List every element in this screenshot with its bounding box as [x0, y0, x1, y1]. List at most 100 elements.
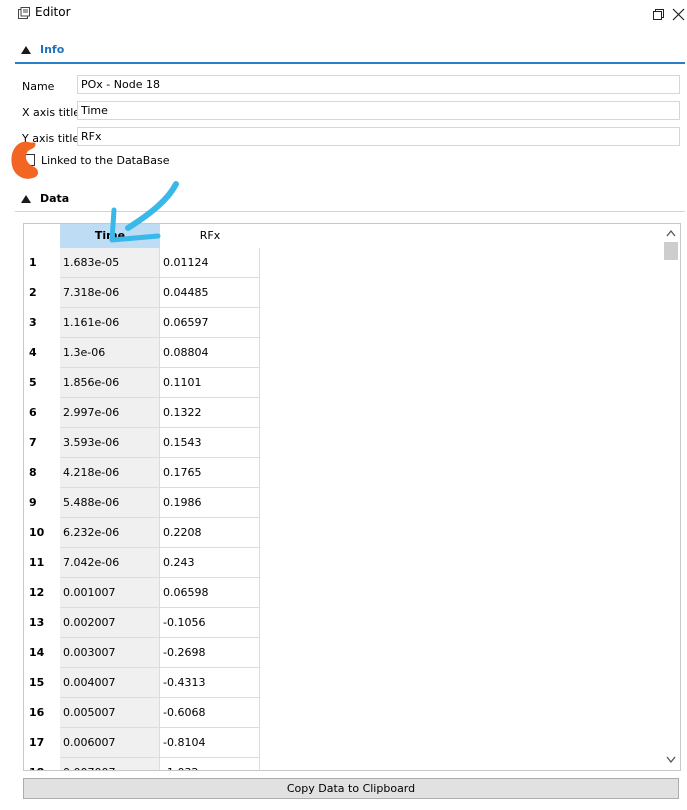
- scroll-up-icon[interactable]: [666, 229, 676, 237]
- time-cell[interactable]: 0.004007: [60, 668, 160, 698]
- vertical-scrollbar[interactable]: [662, 224, 680, 770]
- time-cell[interactable]: 5.488e-06: [60, 488, 160, 518]
- table-row: 2 7.318e-06 0.04485: [24, 278, 260, 308]
- name-label: Name: [22, 80, 55, 93]
- time-cell[interactable]: 0.003007: [60, 638, 160, 668]
- row-number[interactable]: 6: [24, 398, 60, 428]
- rfx-cell[interactable]: 0.04485: [160, 278, 260, 308]
- row-number[interactable]: 2: [24, 278, 60, 308]
- row-number[interactable]: 15: [24, 668, 60, 698]
- data-section-divider: [15, 211, 685, 212]
- rfx-cell[interactable]: -0.8104: [160, 728, 260, 758]
- table-row: 5 1.856e-06 0.1101: [24, 368, 260, 398]
- data-section-label: Data: [40, 192, 70, 205]
- name-field[interactable]: [77, 75, 680, 94]
- row-number[interactable]: 10: [24, 518, 60, 548]
- rfx-cell[interactable]: -0.2698: [160, 638, 260, 668]
- time-cell[interactable]: 6.232e-06: [60, 518, 160, 548]
- table-row: 180.007007-1.032: [24, 758, 260, 770]
- rfx-cell[interactable]: 0.2208: [160, 518, 260, 548]
- collapse-triangle-icon: [21, 46, 31, 54]
- time-cell[interactable]: 4.218e-06: [60, 458, 160, 488]
- rfx-cell[interactable]: 0.1101: [160, 368, 260, 398]
- table-row: 17 0.006007 -0.8104: [24, 728, 260, 758]
- row-number[interactable]: 12: [24, 578, 60, 608]
- time-cell[interactable]: 0.001007: [60, 578, 160, 608]
- rfx-cell[interactable]: 0.06597: [160, 308, 260, 338]
- time-cell[interactable]: 1.3e-06: [60, 338, 160, 368]
- time-cell[interactable]: 1.161e-06: [60, 308, 160, 338]
- time-cell[interactable]: 0.005007: [60, 698, 160, 728]
- time-cell[interactable]: 7.318e-06: [60, 278, 160, 308]
- table-row: 12 0.001007 0.06598: [24, 578, 260, 608]
- table-corner[interactable]: [24, 224, 60, 248]
- table-row: 3 1.161e-06 0.06597: [24, 308, 260, 338]
- rfx-cell[interactable]: -1.032: [160, 758, 260, 770]
- time-cell[interactable]: 0.006007: [60, 728, 160, 758]
- table-row: 7 3.593e-06 0.1543: [24, 428, 260, 458]
- rfx-cell[interactable]: -0.1056: [160, 608, 260, 638]
- editor-icon: [18, 7, 30, 19]
- time-cell[interactable]: 3.593e-06: [60, 428, 160, 458]
- row-number[interactable]: 14: [24, 638, 60, 668]
- rfx-cell[interactable]: 0.1765: [160, 458, 260, 488]
- table-row: 16 0.005007 -0.6068: [24, 698, 260, 728]
- y-axis-title-field[interactable]: [77, 127, 680, 146]
- column-header-rfx[interactable]: RFx: [160, 224, 260, 248]
- copy-data-to-clipboard-button[interactable]: Copy Data to Clipboard: [23, 778, 679, 799]
- column-header-time[interactable]: Time: [60, 224, 160, 248]
- time-cell[interactable]: 0.007007: [60, 758, 160, 770]
- info-section-label: Info: [40, 43, 65, 56]
- rfx-cell[interactable]: 0.1322: [160, 398, 260, 428]
- scroll-down-icon[interactable]: [666, 756, 676, 764]
- x-axis-title-field[interactable]: [77, 101, 680, 120]
- time-cell[interactable]: 7.042e-06: [60, 548, 160, 578]
- cyan-arrow-annotation: [125, 181, 179, 231]
- close-icon[interactable]: [672, 8, 685, 21]
- table-row: 8 4.218e-06 0.1765: [24, 458, 260, 488]
- row-number[interactable]: 8: [24, 458, 60, 488]
- table-row: 10 6.232e-06 0.2208: [24, 518, 260, 548]
- time-cell[interactable]: 2.997e-06: [60, 398, 160, 428]
- rfx-cell[interactable]: 0.1986: [160, 488, 260, 518]
- row-number[interactable]: 5: [24, 368, 60, 398]
- restore-window-icon[interactable]: [653, 9, 664, 20]
- time-cell[interactable]: 1.856e-06: [60, 368, 160, 398]
- rfx-cell[interactable]: 0.1543: [160, 428, 260, 458]
- rfx-cell[interactable]: 0.01124: [160, 248, 260, 278]
- collapse-triangle-icon: [21, 195, 31, 203]
- row-number[interactable]: 13: [24, 608, 60, 638]
- table-row: 9 5.488e-06 0.1986: [24, 488, 260, 518]
- rfx-cell[interactable]: 0.06598: [160, 578, 260, 608]
- time-cell[interactable]: 0.002007: [60, 608, 160, 638]
- table-row: 4 1.3e-06 0.08804: [24, 338, 260, 368]
- table-row: 13 0.002007 -0.1056: [24, 608, 260, 638]
- table-row: 11 7.042e-06 0.243: [24, 548, 260, 578]
- linked-database-checkbox[interactable]: [23, 154, 35, 166]
- row-number[interactable]: 1: [24, 248, 60, 278]
- row-number[interactable]: 18: [24, 758, 60, 770]
- info-section-divider: [15, 62, 685, 64]
- data-table[interactable]: Time RFx 1 1.683e-05 0.01124 2 7.318e-06 0.0…: [23, 223, 681, 771]
- rfx-cell[interactable]: 0.243: [160, 548, 260, 578]
- linked-database-label: Linked to the DataBase: [41, 154, 170, 167]
- row-number[interactable]: 4: [24, 338, 60, 368]
- row-number[interactable]: 17: [24, 728, 60, 758]
- table-row: 6 2.997e-06 0.1322: [24, 398, 260, 428]
- window-title: Editor: [35, 5, 71, 19]
- row-number[interactable]: 11: [24, 548, 60, 578]
- scrollbar-thumb[interactable]: [664, 242, 678, 260]
- table-row: 1 1.683e-05 0.01124: [24, 248, 260, 278]
- table-row: 15 0.004007 -0.4313: [24, 668, 260, 698]
- y-axis-title-label: Y axis title: [22, 132, 80, 145]
- title-bar: Editor: [0, 0, 687, 26]
- rfx-cell[interactable]: -0.4313: [160, 668, 260, 698]
- row-number[interactable]: 16: [24, 698, 60, 728]
- row-number[interactable]: 3: [24, 308, 60, 338]
- row-number[interactable]: 7: [24, 428, 60, 458]
- row-number[interactable]: 9: [24, 488, 60, 518]
- time-cell[interactable]: 1.683e-05: [60, 248, 160, 278]
- rfx-cell[interactable]: -0.6068: [160, 698, 260, 728]
- rfx-cell[interactable]: 0.08804: [160, 338, 260, 368]
- table-row: 14 0.003007 -0.2698: [24, 638, 260, 668]
